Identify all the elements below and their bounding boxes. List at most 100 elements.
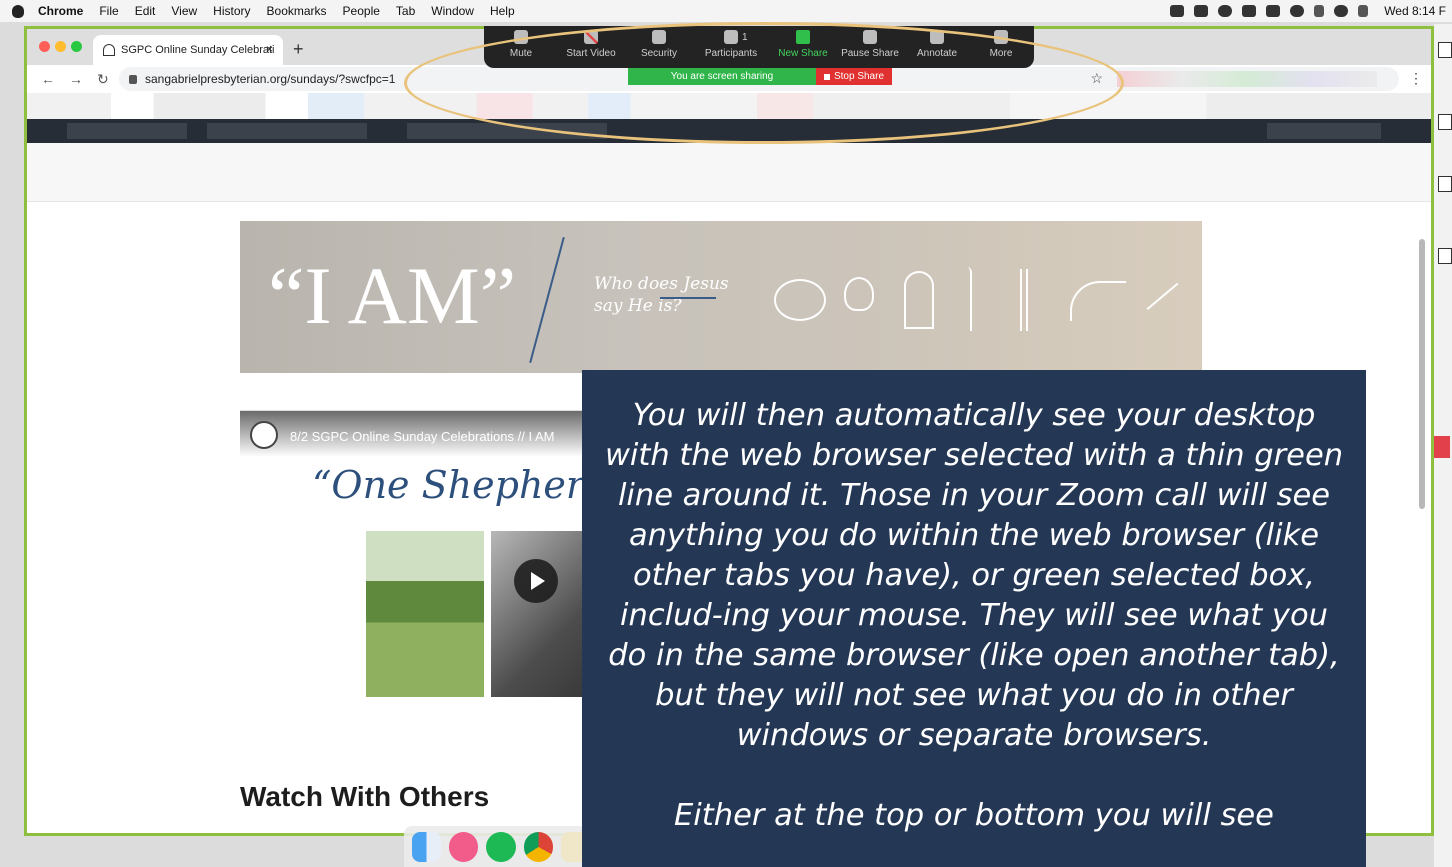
- participants-label: Participants: [704, 48, 758, 59]
- microphone-icon: [514, 30, 528, 44]
- zoom-share-toolbar: Mute Start Video Security Participants 1…: [484, 26, 1034, 68]
- annotate-label: Annotate: [916, 48, 958, 59]
- desktop-file-icon[interactable]: [1438, 176, 1452, 192]
- record-icon[interactable]: [1218, 5, 1233, 17]
- screen-share-status-icon[interactable]: [1170, 5, 1185, 17]
- site-nav-blurred[interactable]: [67, 123, 187, 139]
- menu-file[interactable]: File: [99, 4, 118, 18]
- page-scrollbar[interactable]: [1419, 239, 1425, 509]
- finder-icon[interactable]: [412, 831, 442, 862]
- cloud-icon[interactable]: [1242, 5, 1257, 17]
- tab-close-icon[interactable]: ×: [266, 42, 273, 56]
- bread-icon: [774, 279, 826, 321]
- stop-square-icon: [823, 73, 830, 80]
- banner-subtitle: Who does Jesus say He is?: [594, 274, 729, 316]
- menu-clock[interactable]: Wed 8:14 F: [1384, 4, 1446, 18]
- tab-title: SGPC Online Sunday Celebrati: [121, 44, 275, 56]
- menu-tab[interactable]: Tab: [396, 4, 415, 18]
- desktop-file-icon[interactable]: [1438, 114, 1452, 130]
- music-icon[interactable]: [449, 831, 479, 862]
- browser-menu-icon[interactable]: ⋮: [1409, 70, 1423, 87]
- bluetooth-icon[interactable]: [1314, 5, 1325, 17]
- video-off-icon: [584, 30, 598, 44]
- spotify-icon[interactable]: [486, 831, 516, 862]
- menu-people[interactable]: People: [343, 4, 380, 18]
- security-button[interactable]: Security: [624, 30, 694, 59]
- shepherd-staff-icon: [962, 267, 972, 331]
- instruction-paragraph-2: Either at the top or bottom you will see: [674, 798, 1274, 833]
- start-video-button[interactable]: Start Video: [556, 30, 626, 59]
- new-tab-button[interactable]: +: [293, 39, 304, 60]
- channel-logo-icon[interactable]: [250, 421, 278, 449]
- stop-share-label: Stop Share: [833, 71, 885, 82]
- menu-status-area: Wed 8:14 F: [1170, 0, 1446, 22]
- menu-view[interactable]: View: [171, 4, 197, 18]
- more-label: More: [989, 48, 1013, 59]
- screen-sharing-text: You are screen sharing: [670, 71, 774, 82]
- site-top-bar: [27, 119, 1431, 143]
- sync-icon[interactable]: [1266, 5, 1281, 17]
- more-button[interactable]: More: [966, 30, 1036, 59]
- clipboard-icon[interactable]: [1194, 5, 1209, 17]
- banner-title: “I AM”: [268, 250, 517, 341]
- pencil-icon: [930, 30, 944, 44]
- bookmark-star-icon[interactable]: ☆: [1090, 70, 1103, 87]
- macos-menu-bar: Chrome File Edit View History Bookmarks …: [0, 0, 1452, 22]
- lock-icon[interactable]: [129, 74, 137, 84]
- subtitle-underline: [660, 297, 716, 299]
- pause-share-button[interactable]: Pause Share: [835, 30, 905, 59]
- chrome-icon[interactable]: [523, 831, 553, 862]
- site-nav-blurred[interactable]: [407, 123, 607, 139]
- mute-button[interactable]: Mute: [486, 30, 556, 59]
- reload-icon[interactable]: ↻: [97, 71, 109, 88]
- sheep-photo: [366, 531, 484, 697]
- zoom-window-icon[interactable]: [71, 41, 82, 52]
- participants-button[interactable]: Participants: [696, 30, 766, 59]
- pause-share-label: Pause Share: [841, 48, 899, 59]
- browser-tab[interactable]: SGPC Online Sunday Celebrati ×: [93, 35, 283, 65]
- back-arrow-icon[interactable]: ←: [41, 71, 55, 87]
- bookmarks-bar-blurred[interactable]: [27, 93, 1431, 119]
- desktop-file-icon[interactable]: [1438, 42, 1452, 58]
- close-window-icon[interactable]: [39, 41, 50, 52]
- eject-icon[interactable]: [1358, 5, 1369, 17]
- url-text[interactable]: sangabrielpresbyterian.org/sundays/?swcf…: [145, 72, 395, 86]
- menu-bookmarks[interactable]: Bookmarks: [267, 4, 327, 18]
- desktop-side-strip: [1434, 24, 1452, 867]
- minimize-window-icon[interactable]: [55, 41, 66, 52]
- site-nav-blurred[interactable]: [1267, 123, 1381, 139]
- menu-help[interactable]: Help: [490, 4, 515, 18]
- macos-dock: [404, 826, 591, 867]
- site-header: [27, 143, 1431, 202]
- participants-icon: [724, 30, 738, 44]
- menu-history[interactable]: History: [213, 4, 250, 18]
- light-bulb-icon: [844, 277, 874, 311]
- apple-menu-icon[interactable]: [12, 4, 24, 18]
- church-favicon-icon: [103, 44, 115, 56]
- site-nav-blurred[interactable]: [207, 123, 367, 139]
- menu-window[interactable]: Window: [431, 4, 474, 18]
- pause-icon: [863, 30, 877, 44]
- forward-arrow-icon[interactable]: →: [69, 71, 83, 87]
- extension-icons-blurred[interactable]: [1117, 71, 1377, 87]
- cross-icon: [1020, 269, 1028, 331]
- annotate-button[interactable]: Annotate: [902, 30, 972, 59]
- door-icon: [904, 271, 934, 329]
- play-button-icon[interactable]: [514, 559, 558, 603]
- shield-icon: [652, 30, 666, 44]
- menu-edit[interactable]: Edit: [135, 4, 156, 18]
- desktop-file-icon[interactable]: [1438, 248, 1452, 264]
- menu-app-chrome[interactable]: Chrome: [38, 4, 83, 18]
- wifi-icon[interactable]: [1334, 5, 1349, 17]
- new-share-button[interactable]: New Share: [768, 30, 838, 59]
- banner-divider: [529, 236, 565, 364]
- video-title[interactable]: 8/2 SGPC Online Sunday Celebrations // I…: [290, 429, 554, 444]
- instruction-paragraph-1: You will then automatically see your des…: [604, 398, 1344, 753]
- desktop-file-icon[interactable]: [1434, 436, 1450, 458]
- time-machine-icon[interactable]: [1290, 5, 1305, 17]
- screen-sharing-banner[interactable]: You are screen sharing: [628, 68, 816, 85]
- start-video-label: Start Video: [566, 48, 616, 59]
- security-label: Security: [640, 48, 678, 59]
- new-share-label: New Share: [778, 48, 828, 59]
- stop-share-button[interactable]: Stop Share: [816, 68, 892, 85]
